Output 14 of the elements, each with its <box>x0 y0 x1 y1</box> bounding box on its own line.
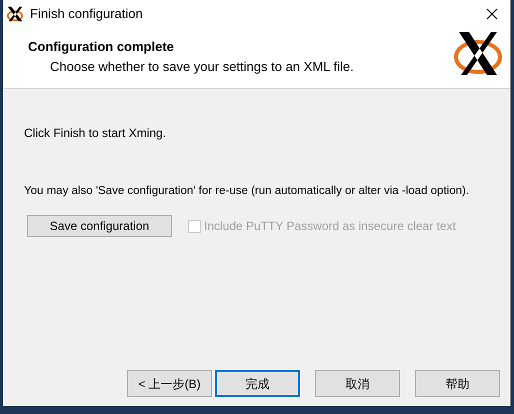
dialog-button[interactable]: 完成 <box>215 370 300 397</box>
checkbox-label: Include PuTTY Password as insecure clear text <box>204 218 456 236</box>
window-title: Finish configuration <box>30 5 143 24</box>
close-icon[interactable] <box>486 8 498 20</box>
x-logo-icon <box>6 5 24 23</box>
header-subtitle: Choose whether to save your settings to an XML file. <box>49 58 354 76</box>
save-info-text: You may also 'Save configuration' for re-use (run automatically or alter via -load option). <box>24 184 470 199</box>
save-configuration-button[interactable]: Save configuration <box>27 215 172 238</box>
dialog-button[interactable]: 取消 <box>315 370 400 397</box>
header-title: Configuration complete <box>28 38 175 56</box>
dialog-button[interactable]: 帮助 <box>415 370 500 397</box>
instruction-text: Click Finish to start Xming. <box>24 125 168 142</box>
x-logo-icon <box>453 31 503 76</box>
dialog-button[interactable]: < 上一步(B) <box>127 370 212 397</box>
